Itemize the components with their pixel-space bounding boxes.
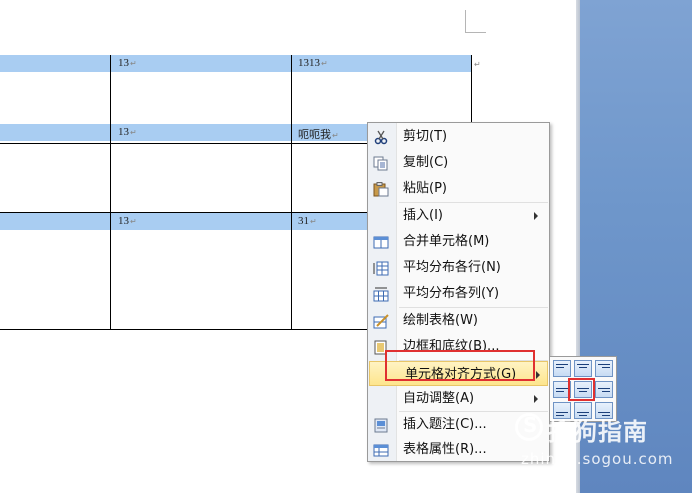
menu-item-cut[interactable]: 剪切(T) [368, 124, 549, 149]
align-top-left-button[interactable] [553, 360, 571, 377]
draw-table-icon [373, 313, 389, 329]
selected-row-band [0, 55, 472, 72]
annotation-highlight-box [568, 378, 595, 401]
menu-item-paste[interactable]: 粘贴(P) [368, 176, 549, 201]
table-cell[interactable]: 13↵ [118, 57, 137, 69]
caption-icon [373, 417, 389, 433]
submenu-arrow-icon [536, 371, 540, 379]
page-corner-mark [465, 10, 486, 33]
menu-item-autofit[interactable]: 自动调整(A) [368, 386, 549, 411]
table-border [291, 213, 292, 330]
table-border [291, 124, 292, 213]
table-cell[interactable]: 13↵ [118, 126, 137, 138]
distribute-columns-icon [373, 286, 389, 302]
menu-item-distribute-columns[interactable]: 平均分布各列(Y) [368, 281, 549, 306]
table-cell[interactable]: 1313↵ [298, 57, 328, 69]
menu-item-merge-cells[interactable]: 合并单元格(M) [368, 229, 549, 254]
copy-icon [373, 155, 389, 171]
annotation-highlight-box [385, 350, 535, 381]
watermark-url: zhinan.sogou.com [521, 450, 674, 468]
table-border [110, 213, 111, 330]
table-border [110, 124, 111, 213]
align-top-center-button[interactable] [574, 360, 592, 377]
submenu-arrow-icon [534, 395, 538, 403]
table-cell[interactable]: 31↵ [298, 215, 317, 227]
align-middle-right-button[interactable] [595, 381, 613, 398]
menu-item-draw-table[interactable]: 绘制表格(W) [368, 308, 549, 333]
table-properties-icon [373, 442, 389, 457]
scissors-icon [373, 129, 389, 145]
distribute-rows-icon [373, 260, 389, 276]
paste-icon [373, 181, 389, 197]
menu-item-distribute-rows[interactable]: 平均分布各行(N) [368, 255, 549, 280]
watermark-title: 搜狗指南 [548, 418, 648, 446]
table-cell[interactable]: 呃呃我↵ [298, 126, 339, 142]
merge-cells-icon [373, 234, 389, 249]
context-menu[interactable]: 剪切(T) 复制(C) 粘贴(P) 插入(I) 合并单元格(M) 平均分布各行(… [367, 122, 550, 462]
row-end-mark: ↵ [474, 60, 481, 69]
menu-item-copy[interactable]: 复制(C) [368, 150, 549, 175]
submenu-arrow-icon [534, 212, 538, 220]
table-cell[interactable]: 13↵ [118, 215, 137, 227]
sogou-logo-icon: S [523, 413, 538, 437]
menu-item-insert[interactable]: 插入(I) [368, 203, 549, 228]
align-top-right-button[interactable] [595, 360, 613, 377]
